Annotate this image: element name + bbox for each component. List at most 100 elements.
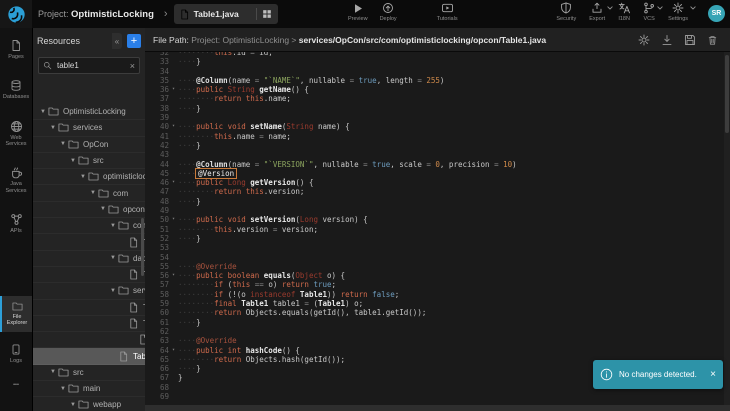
security-button[interactable]: Security xyxy=(556,2,576,22)
line-number: 49 xyxy=(145,206,169,215)
code-line-47: 47········return this.version; xyxy=(145,187,724,196)
folder-icon xyxy=(117,285,130,296)
tree-item-controller[interactable]: ▼controller xyxy=(33,218,145,234)
project-breadcrumb[interactable]: Project: OptimisticLocking xyxy=(38,9,154,20)
line-number: 41 xyxy=(145,132,169,141)
search-icon xyxy=(43,61,52,70)
line-number: 48 xyxy=(145,197,169,206)
resources-panel: Resources + × ▼OptimisticLocking▼service… xyxy=(32,28,145,411)
code-line-49: 49 xyxy=(145,206,724,215)
expand-caret-icon[interactable]: ▼ xyxy=(79,174,87,180)
sidebar-item-file-explorer[interactable]: File Explorer xyxy=(0,296,32,332)
vcs-button[interactable]: VCS xyxy=(643,2,655,22)
fold-arrow-icon[interactable]: ▾ xyxy=(169,178,178,187)
code-area[interactable]: 32········this.id = id;33····}3435····@C… xyxy=(145,52,724,405)
file-tab-table1[interactable]: Table1.java xyxy=(174,4,278,24)
sidebar-item-java-services[interactable]: Java Services xyxy=(0,161,32,199)
line-number: 58 xyxy=(145,290,169,299)
tree-item-file[interactable] xyxy=(33,332,145,348)
tree-item-table1dao.java[interactable]: Table1Dao.java xyxy=(33,267,145,283)
folder-icon xyxy=(87,171,100,182)
expand-caret-icon[interactable]: ▼ xyxy=(109,255,117,261)
tree-item-service[interactable]: ▼service xyxy=(33,283,145,299)
code-settings-icon[interactable] xyxy=(638,34,650,46)
tree-item-opcon[interactable]: ▼opcon xyxy=(33,202,145,218)
tree-item-table1.java[interactable]: Table1.java xyxy=(33,348,145,364)
user-avatar[interactable]: SR xyxy=(708,5,725,22)
breadcrumb-chevron-icon: › xyxy=(164,8,168,20)
export-button[interactable]: Export xyxy=(589,2,605,22)
expand-caret-icon[interactable]: ▼ xyxy=(109,288,117,294)
fold-arrow-icon[interactable]: ▾ xyxy=(169,85,178,94)
search-input[interactable] xyxy=(55,60,127,71)
sidebar-item-pages[interactable]: Pages xyxy=(0,34,32,65)
fold-arrow-icon[interactable]: ▾ xyxy=(169,215,178,224)
collapse-panel-icon[interactable]: « xyxy=(112,33,122,49)
sidebar-item-logs[interactable]: Logs xyxy=(0,338,32,369)
folder-icon xyxy=(117,253,130,264)
shield-icon xyxy=(560,2,572,14)
editor-horizontal-scrollbar[interactable] xyxy=(145,405,730,411)
sidebar-item--[interactable]: ••• xyxy=(0,375,32,393)
tree-item-table1serviceimpl.java[interactable]: Table1ServiceImpl.java xyxy=(33,316,145,332)
tree-item-dao[interactable]: ▼dao xyxy=(33,251,145,267)
tree-item-com[interactable]: ▼com xyxy=(33,185,145,201)
expand-caret-icon[interactable]: ▼ xyxy=(59,386,67,392)
fold-arrow-icon[interactable]: ▾ xyxy=(169,122,178,131)
tree-item-optimisticlocking[interactable]: ▼optimisticlocking xyxy=(33,169,145,185)
settings-button[interactable]: Settings xyxy=(668,2,688,22)
expand-caret-icon[interactable]: ▼ xyxy=(49,125,57,131)
line-number: 45 xyxy=(145,169,169,178)
line-number: 69 xyxy=(145,392,169,401)
tree-item-table1controller.java[interactable]: Table1Controller.java xyxy=(33,234,145,250)
fold-arrow-icon[interactable]: ▾ xyxy=(169,271,178,280)
expand-caret-icon[interactable]: ▼ xyxy=(39,109,47,115)
tree-item-main[interactable]: ▼main xyxy=(33,381,145,397)
play-icon xyxy=(353,2,363,14)
i18n-button[interactable]: I18N xyxy=(618,2,630,22)
globe-icon xyxy=(10,120,23,133)
delete-file-icon[interactable] xyxy=(707,34,718,46)
expand-caret-icon[interactable]: ▼ xyxy=(59,141,67,147)
fold-arrow-icon[interactable]: ▾ xyxy=(169,346,178,355)
editor-vertical-scrollbar[interactable] xyxy=(724,52,730,405)
tree-item-table1service.java[interactable]: Table1Service.java xyxy=(33,300,145,316)
sidebar-item-web-services[interactable]: Web Services xyxy=(0,115,32,153)
grid-icon[interactable] xyxy=(262,9,272,19)
sidebar-item-databases[interactable]: Databases xyxy=(0,74,32,105)
tree-item-src[interactable]: ▼src xyxy=(33,153,145,169)
code-line-51: 51········this.version = version; xyxy=(145,225,724,234)
deploy-button[interactable]: Deploy xyxy=(380,2,397,22)
expand-caret-icon[interactable]: ▼ xyxy=(99,206,107,212)
export-icon xyxy=(591,2,603,14)
sidebar-item-apis[interactable]: APIs xyxy=(0,208,32,239)
expand-caret-icon[interactable]: ▼ xyxy=(69,402,77,408)
line-number: 43 xyxy=(145,150,169,159)
expand-caret-icon[interactable]: ▼ xyxy=(49,369,57,375)
tutorials-button[interactable]: Tutorials xyxy=(437,2,458,22)
code-line-61: 61····} xyxy=(145,318,724,327)
line-number: 46 xyxy=(145,178,169,187)
expand-caret-icon[interactable]: ▼ xyxy=(69,158,77,164)
expand-caret-icon[interactable]: ▼ xyxy=(109,223,117,229)
tree-item-src[interactable]: ▼src xyxy=(33,365,145,381)
line-number: 51 xyxy=(145,225,169,234)
save-file-icon[interactable] xyxy=(684,34,696,46)
download-file-icon[interactable] xyxy=(661,34,673,46)
preview-button[interactable]: Preview xyxy=(348,2,368,22)
resources-scrollbar[interactable] xyxy=(141,218,144,276)
tree-item-opcon[interactable]: ▼OpCon xyxy=(33,137,145,153)
line-number: 63 xyxy=(145,336,169,345)
toast-close-icon[interactable]: × xyxy=(710,369,716,380)
add-resource-button[interactable]: + xyxy=(127,34,141,48)
tree-item-webapp[interactable]: ▼webapp xyxy=(33,397,145,411)
page-icon xyxy=(10,39,22,52)
line-number: 44 xyxy=(145,160,169,169)
line-number: 35 xyxy=(145,76,169,85)
wavemaker-logo-icon[interactable] xyxy=(0,0,32,28)
expand-caret-icon[interactable]: ▼ xyxy=(89,190,97,196)
line-number: 36 xyxy=(145,85,169,94)
tree-item-services[interactable]: ▼services xyxy=(33,120,145,136)
tree-item-optimisticlocking[interactable]: ▼OptimisticLocking xyxy=(33,104,145,120)
clear-search-icon[interactable]: × xyxy=(130,61,135,71)
